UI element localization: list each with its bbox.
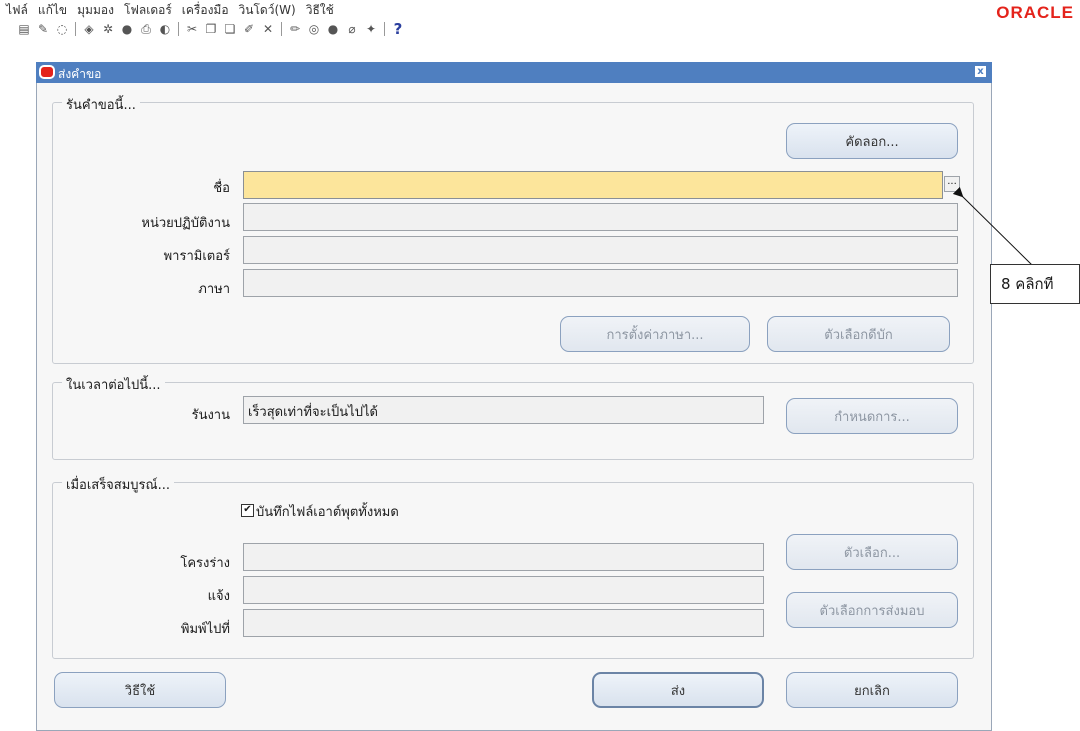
name-label: ชื่อ (213, 181, 230, 196)
schedule-button[interactable]: กำหนดการ... (786, 398, 958, 434)
operating-unit-label: หน่วยปฏิบัติงาน (141, 216, 230, 231)
run-request-group-label: รันคำขอนี้... (62, 94, 140, 115)
submit-button[interactable]: ส่ง (592, 672, 764, 708)
oracle-window-icon (39, 65, 55, 79)
cut-icon[interactable]: ✂ (184, 21, 200, 37)
save-output-checkbox[interactable]: ✔ (241, 504, 254, 517)
language-settings-button[interactable]: การตั้งค่าภาษา... (560, 316, 750, 352)
toolbar: ▤ ✎ ◌ ◈ ✲ ● ⎙ ◐ ✂ ❐ ❏ ✐ ✕ ✏ ◎ ● ⌀ ✦ ? (16, 20, 406, 38)
switch-responsibility-icon[interactable]: ● (119, 21, 135, 37)
copy-icon[interactable]: ❐ (203, 21, 219, 37)
menu-file[interactable]: ไฟล์ (4, 1, 30, 20)
debug-options-button[interactable]: ตัวเลือกดีบัก (767, 316, 950, 352)
step-annotation: 8 คลิกที (990, 264, 1080, 304)
language-label: ภาษา (198, 282, 230, 297)
save-icon[interactable]: ◈ (81, 21, 97, 37)
completion-group-label: เมื่อเสร็จสมบูรณ์... (62, 474, 174, 495)
window-title: ส่งคำขอ (58, 67, 102, 81)
print-to-label: พิมพ์ไปที่ (180, 622, 230, 637)
close-form-icon[interactable]: ◐ (157, 21, 173, 37)
paste-icon[interactable]: ❏ (222, 21, 238, 37)
copy-button[interactable]: คัดลอก... (786, 123, 958, 159)
toolbar-separator (281, 22, 282, 36)
navigator-icon[interactable]: ◌ (54, 21, 70, 37)
window-titlebar: ส่งคำขอ x (36, 62, 992, 83)
language-field[interactable] (243, 269, 958, 297)
toolbar-separator (384, 22, 385, 36)
menu-edit[interactable]: แก้ไข (36, 1, 69, 20)
delete-record-icon[interactable]: ✕ (260, 21, 276, 37)
print-to-field (243, 609, 764, 637)
menu-help[interactable]: วิธีใช้ (304, 1, 336, 20)
clear-record-icon[interactable]: ✐ (241, 21, 257, 37)
next-step-icon[interactable]: ✲ (100, 21, 116, 37)
help-button[interactable]: วิธีใช้ (54, 672, 226, 708)
menubar: ไฟล์ แก้ไข มุมมอง โฟลเดอร์ เครื่องมือ วิ… (0, 0, 1080, 20)
layout-label: โครงร่าง (180, 556, 230, 571)
toolbar-separator (178, 22, 179, 36)
find-icon[interactable]: ✎ (35, 21, 51, 37)
zoom-icon[interactable]: ◎ (306, 21, 322, 37)
layout-field (243, 543, 764, 571)
run-job-label: รันงาน (191, 408, 230, 423)
new-icon[interactable]: ▤ (16, 21, 32, 37)
cancel-button[interactable]: ยกเลิก (786, 672, 958, 708)
toolbar-separator (75, 22, 76, 36)
menu-folder[interactable]: โฟลเดอร์ (122, 1, 174, 20)
notify-field (243, 576, 764, 604)
parameters-label: พารามิเตอร์ (163, 249, 230, 264)
notify-label: แจ้ง (207, 589, 230, 604)
menu-view[interactable]: มุมมอง (75, 1, 116, 20)
name-field[interactable] (243, 171, 943, 199)
folder-tools-icon[interactable]: ✦ (363, 21, 379, 37)
save-output-label: บันทึกไฟล์เอาต์พุตทั้งหมด (256, 505, 399, 520)
oracle-logo: ORACLE (996, 3, 1074, 22)
menu-tools[interactable]: เครื่องมือ (180, 1, 231, 20)
schedule-group-label: ในเวลาต่อไปนี้... (62, 374, 165, 395)
parameters-field[interactable] (243, 236, 958, 264)
close-icon[interactable]: x (975, 66, 986, 77)
edit-field-icon[interactable]: ✏ (287, 21, 303, 37)
translations-icon[interactable]: ● (325, 21, 341, 37)
operating-unit-field[interactable] (243, 203, 958, 231)
menu-window[interactable]: วินโดว์(W) (237, 1, 298, 20)
print-icon[interactable]: ⎙ (138, 21, 154, 37)
help-icon[interactable]: ? (390, 20, 406, 38)
run-job-field: เร็วสุดเท่าที่จะเป็นไปได้ (243, 396, 764, 424)
delivery-options-button[interactable]: ตัวเลือกการส่งมอบ (786, 592, 958, 628)
options-button[interactable]: ตัวเลือก... (786, 534, 958, 570)
attachments-icon[interactable]: ⌀ (344, 21, 360, 37)
